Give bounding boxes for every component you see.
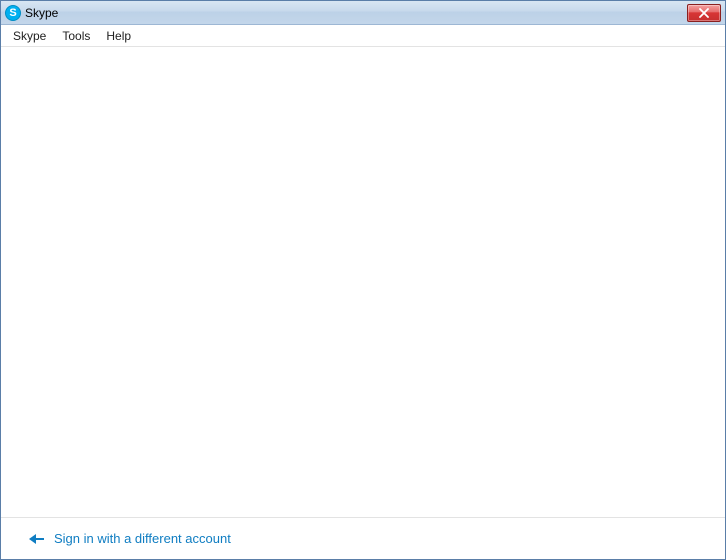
sign-in-different-account-link[interactable]: Sign in with a different account xyxy=(29,531,231,546)
close-icon xyxy=(698,8,710,18)
skype-icon-letter: S xyxy=(9,7,16,19)
footer: Sign in with a different account xyxy=(1,517,725,559)
sign-in-link-label: Sign in with a different account xyxy=(54,531,231,546)
titlebar: S Skype xyxy=(1,1,725,25)
menu-tools[interactable]: Tools xyxy=(54,25,98,47)
app-window: S Skype Skype Tools Help Sign in with a … xyxy=(0,0,726,560)
menu-help[interactable]: Help xyxy=(98,25,139,47)
skype-icon: S xyxy=(5,5,21,21)
arrow-left-icon xyxy=(29,534,44,544)
menubar: Skype Tools Help xyxy=(1,25,725,47)
menu-skype[interactable]: Skype xyxy=(5,25,54,47)
window-title: Skype xyxy=(25,5,58,21)
close-button[interactable] xyxy=(687,4,721,22)
content-area xyxy=(1,47,725,517)
